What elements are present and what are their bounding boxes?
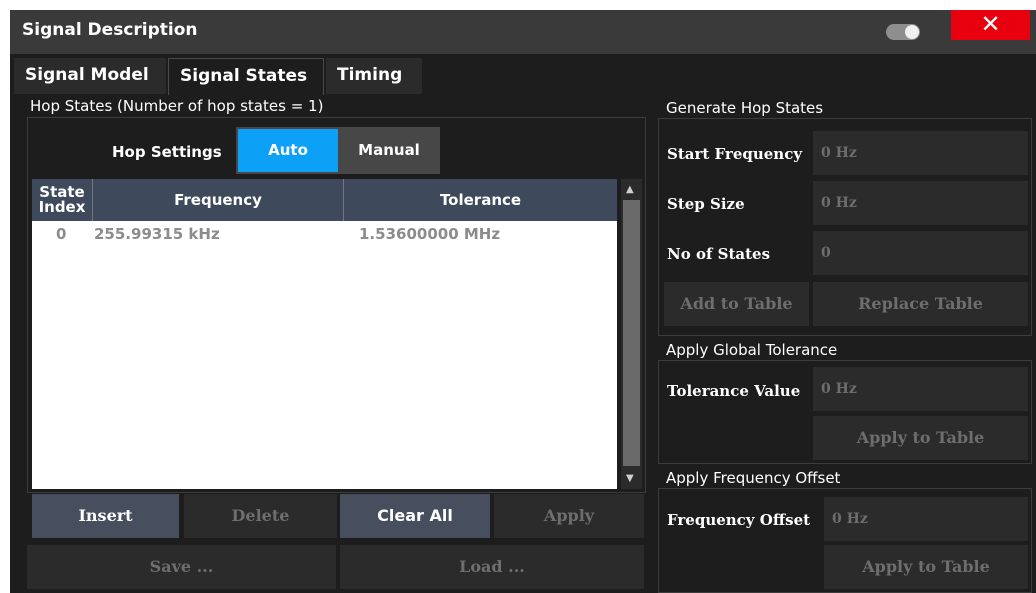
tolerance-value-input[interactable]: 0 Hz [813, 367, 1028, 411]
close-button[interactable]: ✕ [951, 10, 1030, 40]
load-button[interactable]: Load ... [340, 545, 644, 589]
add-to-table-button[interactable]: Add to Table [664, 282, 809, 326]
tab-signal-states[interactable]: Signal States [168, 58, 324, 95]
frequency-offset-input[interactable]: 0 Hz [824, 497, 1028, 541]
hop-settings-auto-button[interactable]: Auto [238, 129, 338, 172]
save-button[interactable]: Save ... [27, 545, 336, 589]
replace-table-button[interactable]: Replace Table [813, 282, 1028, 326]
scroll-up-icon[interactable]: ▲ [626, 184, 634, 195]
tab-signal-model[interactable]: Signal Model [14, 58, 166, 94]
apply-button[interactable]: Apply [494, 494, 644, 538]
row-0-tolerance[interactable]: 1.53600000 MHz [359, 225, 500, 243]
tolerance-apply-to-table-button[interactable]: Apply to Table [813, 416, 1028, 460]
global-tolerance-title: Apply Global Tolerance [666, 341, 838, 359]
row-0-index[interactable]: 0 [56, 225, 66, 243]
dialog-title: Signal Description [22, 20, 198, 40]
tolerance-value-label: Tolerance Value [667, 382, 801, 400]
no-of-states-input[interactable]: 0 [813, 231, 1028, 275]
frequency-offset-label: Frequency Offset [667, 511, 811, 529]
column-header-frequency[interactable]: Frequency [93, 179, 343, 221]
transparency-toggle-icon[interactable] [886, 24, 920, 40]
start-frequency-input[interactable]: 0 Hz [813, 131, 1028, 175]
insert-button[interactable]: Insert [32, 494, 179, 538]
column-header-tolerance[interactable]: Tolerance [344, 179, 617, 221]
offset-apply-to-table-button[interactable]: Apply to Table [824, 545, 1028, 589]
delete-button[interactable]: Delete [184, 494, 337, 538]
tab-timing[interactable]: Timing [326, 58, 422, 94]
start-frequency-label: Start Frequency [667, 145, 803, 163]
scrollbar-thumb[interactable] [623, 200, 640, 466]
hop-settings-manual-button[interactable]: Manual [340, 129, 438, 172]
row-0-frequency[interactable]: 255.99315 kHz [94, 225, 220, 243]
frequency-offset-title: Apply Frequency Offset [666, 469, 841, 487]
step-size-label: Step Size [667, 195, 745, 213]
step-size-input[interactable]: 0 Hz [813, 181, 1028, 225]
generate-hop-states-title: Generate Hop States [666, 99, 824, 117]
hop-states-title: Hop States (Number of hop states = 1) [30, 97, 324, 115]
column-header-state-index[interactable]: State Index [32, 179, 92, 221]
scroll-down-icon[interactable]: ▼ [626, 473, 634, 484]
hop-settings-label: Hop Settings [112, 143, 222, 161]
clear-all-button[interactable]: Clear All [340, 494, 490, 538]
no-of-states-label: No of States [667, 245, 771, 263]
